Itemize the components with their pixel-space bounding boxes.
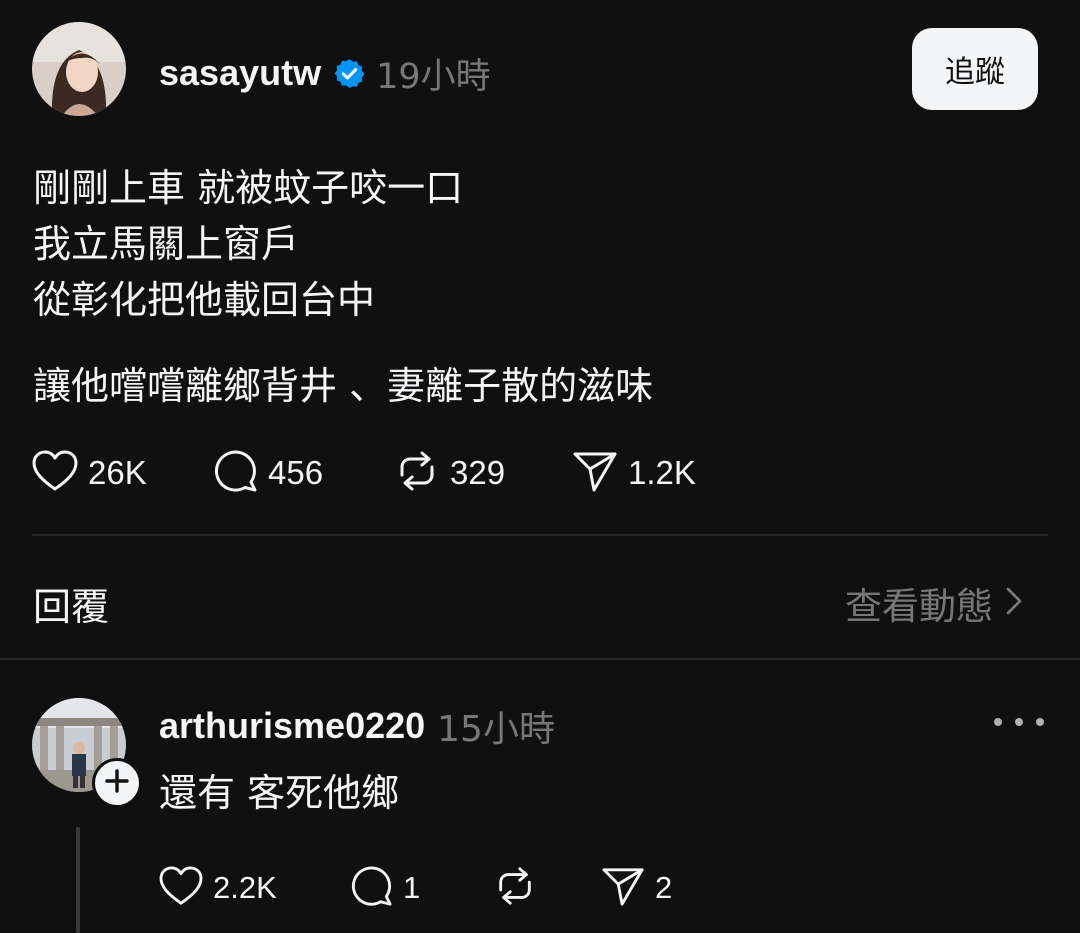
like-button[interactable]: 2.2K xyxy=(159,866,351,910)
post-text-line: 剛剛上車 就被蚊子咬一口 xyxy=(33,166,464,210)
comment-button[interactable]: 456 xyxy=(214,449,394,497)
comment-count: 1 xyxy=(403,870,421,905)
share-button[interactable]: 2 xyxy=(601,865,672,911)
post-author-row: sasayutw 19小時 xyxy=(159,48,491,98)
heart-icon xyxy=(32,450,78,496)
divider xyxy=(32,534,1048,536)
replies-heading: 回覆 xyxy=(33,585,110,629)
post-text-line: 我立馬關上窗戶 xyxy=(33,222,300,266)
like-count: 26K xyxy=(88,454,147,491)
post-action-bar: 26K 456 329 1.2K xyxy=(32,450,696,496)
comment-button[interactable]: 1 xyxy=(351,865,493,911)
verified-badge-icon xyxy=(333,57,366,90)
more-dots-icon xyxy=(994,718,1002,726)
share-paper-plane-icon xyxy=(601,865,645,911)
thread-line xyxy=(76,827,80,933)
like-button[interactable]: 26K xyxy=(32,450,214,496)
author-avatar[interactable] xyxy=(32,22,126,116)
chevron-right-icon xyxy=(1005,582,1023,625)
plus-icon xyxy=(104,768,130,798)
more-options-button[interactable] xyxy=(994,708,1044,736)
reply-timestamp: 15小時 xyxy=(437,709,555,750)
reply-action-bar: 2.2K 1 2 xyxy=(159,866,672,910)
post-text-line: 從彰化把他載回台中 xyxy=(33,278,376,322)
heart-icon xyxy=(159,866,203,910)
repost-count: 329 xyxy=(450,454,506,491)
share-button[interactable]: 1.2K xyxy=(572,449,696,497)
divider xyxy=(0,658,1080,660)
reply-author-row: arthurisme0220 15小時 xyxy=(159,700,555,752)
comment-bubble-icon xyxy=(214,449,258,497)
share-paper-plane-icon xyxy=(572,449,618,497)
comment-count: 456 xyxy=(268,454,324,491)
repost-icon xyxy=(394,449,440,497)
repost-icon xyxy=(493,865,537,911)
view-activity-link[interactable]: 查看動態 xyxy=(845,576,1023,630)
more-dots-icon xyxy=(1015,718,1023,726)
author-username[interactable]: sasayutw xyxy=(159,52,321,94)
post-text: 剛剛上車 就被蚊子咬一口 我立馬關上窗戶 從彰化把他載回台中 讓他嚐嚐離鄉背井 … xyxy=(33,160,1033,414)
reply-text: 還有 客死他鄉 xyxy=(159,771,400,815)
share-count: 1.2K xyxy=(628,454,696,491)
share-count: 2 xyxy=(655,870,673,905)
reply-username[interactable]: arthurisme0220 xyxy=(159,705,425,747)
post-timestamp: 19小時 xyxy=(376,56,491,97)
view-activity-label: 查看動態 xyxy=(845,585,993,628)
follow-button[interactable]: 追蹤 xyxy=(912,28,1038,110)
repost-button[interactable] xyxy=(493,865,601,911)
repost-button[interactable]: 329 xyxy=(394,449,572,497)
follow-plus-button[interactable] xyxy=(92,758,142,808)
like-count: 2.2K xyxy=(213,870,277,905)
post-text-line: 讓他嚐嚐離鄉背井 、妻離子散的滋味 xyxy=(33,364,654,408)
more-dots-icon xyxy=(1036,718,1044,726)
comment-bubble-icon xyxy=(351,865,393,911)
